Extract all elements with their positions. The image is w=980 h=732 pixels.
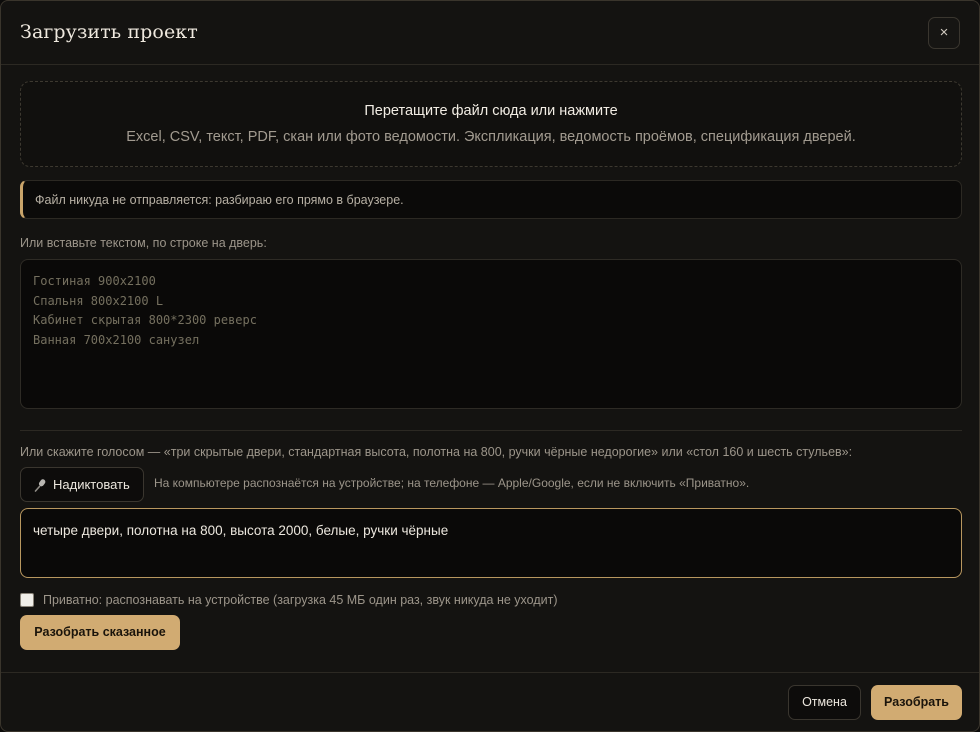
microphone-icon bbox=[34, 479, 46, 492]
dropzone-subtitle: Excel, CSV, текст, PDF, скан или фото ве… bbox=[126, 129, 856, 145]
dialog-title: Загрузить проект bbox=[20, 21, 198, 43]
private-checkbox-label[interactable]: Приватно: распознавать на устройстве (за… bbox=[43, 593, 558, 607]
dialog-header: Загрузить проект × bbox=[1, 1, 979, 65]
close-icon: × bbox=[939, 24, 949, 41]
dialog-footer: Отмена Разобрать bbox=[1, 672, 979, 731]
voice-text-input[interactable]: четыре двери, полотна на 800, высота 200… bbox=[20, 508, 962, 578]
voice-label: Или скажите голосом — «три скрытые двери… bbox=[20, 445, 853, 459]
dictate-hint: На компьютере распознаётся на устройстве… bbox=[154, 476, 750, 490]
cancel-button[interactable]: Отмена bbox=[788, 685, 861, 720]
privacy-notice: Файл никуда не отправляется: разбираю ег… bbox=[20, 180, 962, 219]
paste-label: Или вставьте текстом, по строке на дверь… bbox=[20, 236, 267, 250]
parse-spoken-button[interactable]: Разобрать сказанное bbox=[20, 615, 180, 650]
upload-project-dialog: Загрузить проект × Перетащите файл сюда … bbox=[0, 0, 980, 732]
dictate-button-label: Надиктовать bbox=[53, 477, 130, 492]
section-divider bbox=[20, 430, 962, 431]
close-button[interactable]: × bbox=[928, 17, 960, 49]
dropzone-title: Перетащите файл сюда или нажмите bbox=[364, 103, 618, 119]
dictate-button[interactable]: Надиктовать bbox=[20, 467, 144, 502]
private-checkbox[interactable] bbox=[20, 593, 34, 607]
file-dropzone[interactable]: Перетащите файл сюда или нажмите Excel, … bbox=[20, 81, 962, 167]
paste-textarea[interactable]: Гостиная 900x2100 Спальня 800x2100 L Каб… bbox=[20, 259, 962, 409]
privacy-notice-text: Файл никуда не отправляется: разбираю ег… bbox=[35, 193, 404, 207]
parse-button[interactable]: Разобрать bbox=[871, 685, 962, 720]
